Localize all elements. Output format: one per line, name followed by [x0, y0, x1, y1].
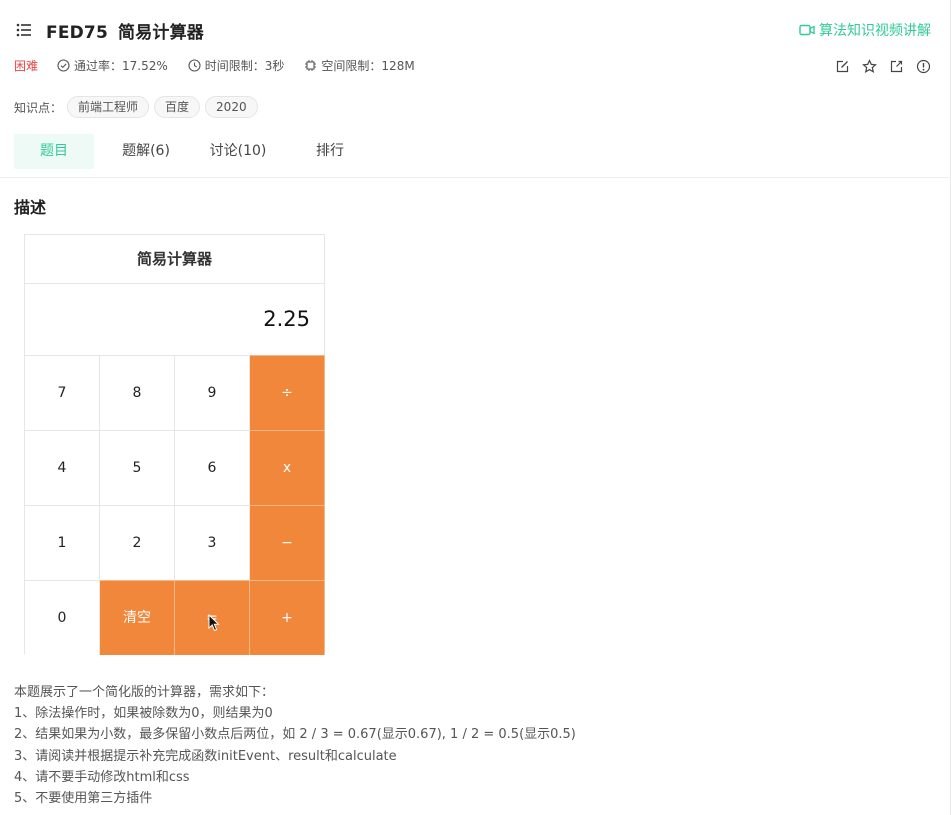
calc-key-divide[interactable]: ÷	[250, 355, 325, 430]
problem-code: FED75	[46, 22, 108, 43]
requirement-line: 1、除法操作时，如果被除数为0，则结果为0	[14, 706, 273, 722]
calc-key-clear[interactable]: 清空	[100, 580, 175, 655]
share-icon[interactable]	[887, 57, 905, 75]
star-icon[interactable]	[860, 57, 878, 75]
problem-page: FED75 简易计算器 算法知识视频讲解 困难 通过率：17.52% 时间限制：3…	[0, 0, 951, 815]
title-row: FED75 简易计算器	[14, 18, 204, 43]
difficulty-badge: 困难	[14, 59, 39, 73]
knowledge-label: 知识点：	[14, 100, 63, 115]
requirement-line: 4、请不要手动修改html和css	[14, 769, 190, 785]
tab-solutions[interactable]: 题解(6)	[94, 134, 198, 169]
calculator-widget: 简易计算器 2.25 7 8 9 ÷ 4 5 6 x 1 2 3 − 0 清空 …	[24, 234, 325, 655]
requirements-list: 本题展示了一个简化版的计算器，需求如下： 1、除法操作时，如果被除数为0，则结果…	[14, 682, 576, 809]
calc-key-4[interactable]: 4	[25, 430, 100, 505]
calc-key-0[interactable]: 0	[25, 580, 100, 655]
calculator-display: 2.25	[263, 307, 310, 331]
description-heading: 描述	[14, 198, 47, 217]
pass-rate-text: 通过率：17.52%	[74, 59, 168, 73]
tabs-divider	[0, 177, 951, 178]
info-icon[interactable]	[914, 57, 932, 75]
tab-discussion[interactable]: 讨论(10)	[198, 134, 278, 169]
mouse-cursor-icon	[208, 613, 220, 636]
calc-key-7[interactable]: 7	[25, 355, 100, 430]
requirement-line: 3、请阅读并根据提示补充完成函数initEvent、result和calcula…	[14, 748, 397, 764]
problem-name: 简易计算器	[118, 22, 204, 43]
calc-key-9[interactable]: 9	[175, 355, 250, 430]
video-link-label: 算法知识视频讲解	[819, 23, 931, 39]
pass-rate: 通过率：17.52%	[57, 57, 168, 74]
tab-ranking[interactable]: 排行	[278, 134, 382, 169]
calc-key-multiply[interactable]: x	[250, 430, 325, 505]
requirement-line: 5、不要使用第三方插件	[14, 791, 153, 807]
space-limit-text: 空间限制：128M	[321, 59, 415, 73]
meta-row: 困难 通过率：17.52% 时间限制：3秒 空间限制：128M	[14, 57, 435, 74]
calc-key-subtract[interactable]: −	[250, 505, 325, 580]
calc-key-6[interactable]: 6	[175, 430, 250, 505]
requirement-line: 2、结果如果为小数，最多保留小数点后两位，如 2 / 3 = 0.67(显示0.…	[14, 727, 576, 743]
problem-tabs: 题目 题解(6) 讨论(10) 排行	[14, 134, 382, 169]
tags-row: 知识点： 前端工程师 百度 2020	[14, 96, 258, 118]
calc-key-2[interactable]: 2	[100, 505, 175, 580]
tab-problem[interactable]: 题目	[14, 134, 94, 169]
video-icon	[799, 24, 815, 36]
calc-key-add[interactable]: +	[250, 580, 325, 655]
tag-chip[interactable]: 2020	[205, 96, 258, 118]
check-circle-icon	[57, 59, 70, 72]
problem-title: FED75 简易计算器	[46, 18, 204, 43]
tag-chip[interactable]: 前端工程师	[67, 96, 150, 118]
edit-icon[interactable]	[833, 57, 851, 75]
calculator-title: 简易计算器	[25, 235, 324, 284]
time-limit: 时间限制：3秒	[188, 57, 285, 74]
calc-key-8[interactable]: 8	[100, 355, 175, 430]
clock-icon	[188, 59, 201, 72]
list-icon[interactable]	[14, 20, 34, 40]
calc-key-1[interactable]: 1	[25, 505, 100, 580]
requirement-line: 本题展示了一个简化版的计算器，需求如下：	[14, 685, 275, 700]
space-limit: 空间限制：128M	[304, 57, 415, 74]
chip-icon	[305, 60, 317, 71]
calc-key-5[interactable]: 5	[100, 430, 175, 505]
video-explanation-link[interactable]: 算法知识视频讲解	[799, 20, 931, 40]
time-limit-text: 时间限制：3秒	[204, 59, 285, 73]
action-icons	[824, 57, 932, 75]
tag-chip[interactable]: 百度	[154, 96, 201, 118]
calc-key-3[interactable]: 3	[175, 505, 250, 580]
